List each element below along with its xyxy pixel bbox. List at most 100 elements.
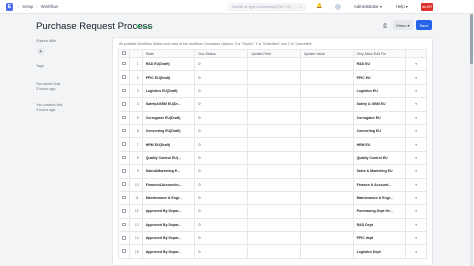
breadcrumb-workflow[interactable]: Workflow [41, 4, 58, 9]
app-logo[interactable]: E [6, 2, 13, 11]
row-expand-icon[interactable]: ▾ [405, 190, 427, 206]
state-cell[interactable]: Maintenance & Engi... [141, 190, 196, 206]
allow-edit-cell[interactable]: Logistics EU [352, 83, 407, 99]
row-checkbox[interactable] [117, 244, 131, 259]
state-cell[interactable]: Approved By Depar... [141, 204, 196, 219]
row-checkbox[interactable] [117, 70, 131, 85]
row-expand-icon[interactable]: ▾ [405, 177, 427, 192]
state-cell[interactable]: Converting EU(Draft) [141, 123, 196, 139]
doc-status-cell[interactable]: 0 [194, 97, 249, 112]
update-value-cell[interactable] [299, 137, 354, 152]
search-input[interactable]: Search or type a command (Ctrl + G) ⌕ [228, 3, 306, 11]
row-expand-icon[interactable]: ▾ [405, 137, 427, 152]
update-field-cell[interactable] [247, 83, 301, 99]
update-value-cell[interactable] [299, 150, 354, 166]
table-row[interactable]: 5 Corrugator EU(Draft) 0 Corrugator EU ▾ [117, 110, 427, 125]
update-field-cell[interactable] [247, 190, 301, 206]
row-checkbox[interactable] [117, 164, 131, 179]
update-value-cell[interactable] [299, 123, 354, 139]
state-cell[interactable]: Quality Control EU(... [141, 150, 196, 166]
avatar[interactable] [335, 4, 341, 10]
language-badge[interactable]: de-ER [421, 3, 433, 11]
row-checkbox[interactable] [117, 190, 131, 206]
row-expand-icon[interactable]: ▾ [405, 244, 427, 259]
table-row[interactable]: 12 Approved By Depar... 0 Purchasing Dept H… [117, 204, 427, 219]
table-row[interactable]: 1 R&D EU(Draft) 0 R&D EU ▾ [117, 56, 427, 72]
row-expand-icon[interactable]: ▾ [405, 231, 427, 246]
doc-status-cell[interactable]: 0 [194, 231, 249, 246]
state-cell[interactable]: Corrugator EU(Draft) [141, 110, 196, 125]
update-field-cell[interactable] [247, 150, 301, 166]
update-value-cell[interactable] [299, 177, 354, 192]
bell-icon[interactable]: 🔔 [316, 3, 322, 9]
allow-edit-cell[interactable]: R&D EU [352, 56, 407, 72]
update-field-cell[interactable] [247, 244, 301, 259]
update-field-cell[interactable] [247, 177, 301, 192]
allow-edit-cell[interactable]: Sales & Marketing EU [352, 164, 407, 179]
table-row[interactable]: 14 Approved By Depar... 0 PPIC dept ▾ [117, 231, 427, 246]
state-cell[interactable]: Approved By Depar... [141, 244, 196, 259]
table-row[interactable]: 9 Sales&Marketing E... 0 Sales & Marketing … [117, 164, 427, 179]
allow-edit-cell[interactable]: Quality Control EU [352, 150, 407, 166]
update-field-cell[interactable] [247, 204, 301, 219]
row-checkbox[interactable] [117, 97, 131, 112]
doc-status-cell[interactable]: 0 [194, 164, 249, 179]
update-field-cell[interactable] [247, 217, 301, 233]
add-share-icon[interactable]: + [37, 48, 44, 55]
allow-edit-cell[interactable]: Finance & Account... [352, 177, 407, 192]
row-checkbox[interactable] [117, 177, 131, 192]
update-field-cell[interactable] [247, 231, 301, 246]
row-checkbox[interactable] [117, 123, 131, 139]
help-menu[interactable]: Help ▾ [396, 4, 408, 9]
state-cell[interactable]: HRM EU(Draft) [141, 137, 196, 152]
update-value-cell[interactable] [299, 83, 354, 99]
update-value-cell[interactable] [299, 231, 354, 246]
allow-edit-cell[interactable]: Purchasing Dept He... [352, 204, 407, 219]
row-checkbox[interactable] [117, 231, 131, 246]
row-expand-icon[interactable]: ▾ [405, 123, 427, 139]
update-value-cell[interactable] [299, 56, 354, 72]
state-cell[interactable]: Safety&GBM EU(Dr... [141, 97, 196, 112]
doc-status-cell[interactable]: 0 [194, 123, 249, 139]
state-cell[interactable]: Finance&Accountin... [141, 177, 196, 192]
allow-edit-cell[interactable]: Logistics Dept [352, 244, 407, 259]
menu-button[interactable]: Menu ▾ [393, 20, 413, 30]
allow-edit-cell[interactable]: PPIC dept [352, 231, 407, 246]
allow-edit-cell[interactable]: Maintenance & Engi... [352, 190, 407, 206]
scrollbar-thumb[interactable] [470, 14, 473, 64]
allow-edit-cell[interactable]: Corrugator EU [352, 110, 407, 125]
update-field-cell[interactable] [247, 56, 301, 72]
row-checkbox[interactable] [117, 204, 131, 219]
row-expand-icon[interactable]: ▾ [405, 150, 427, 166]
row-expand-icon[interactable]: ▾ [405, 217, 427, 233]
row-expand-icon[interactable]: ▾ [405, 110, 427, 125]
row-checkbox[interactable] [117, 83, 131, 99]
breadcrumb-setup[interactable]: Setup [22, 4, 33, 9]
update-value-cell[interactable] [299, 244, 354, 259]
update-field-cell[interactable] [247, 164, 301, 179]
table-row[interactable]: 13 Approved By Depar... 0 R&D Dept ▾ [117, 217, 427, 233]
row-checkbox[interactable] [117, 137, 131, 152]
table-row[interactable]: 2 PPIC EU(Draft) 0 PPIC EU ▾ [117, 70, 427, 85]
state-cell[interactable]: R&D EU(Draft) [141, 56, 196, 72]
save-button[interactable]: Save [416, 20, 432, 30]
table-row[interactable]: 8 Quality Control EU(... 0 Quality Control … [117, 150, 427, 166]
update-value-cell[interactable] [299, 164, 354, 179]
update-field-cell[interactable] [247, 97, 301, 112]
update-value-cell[interactable] [299, 97, 354, 112]
allow-edit-cell[interactable]: HRM EU [352, 137, 407, 152]
row-checkbox[interactable] [117, 110, 131, 125]
row-checkbox[interactable] [117, 150, 131, 166]
allow-edit-cell[interactable]: Safety & GBM EU [352, 97, 407, 112]
state-cell[interactable]: Approved By Depar... [141, 231, 196, 246]
table-row[interactable]: 3 Logistics EU(Draft) 0 Logistics EU ▾ [117, 83, 427, 99]
allow-edit-cell[interactable]: Converting EU [352, 123, 407, 139]
allow-edit-cell[interactable]: PPIC EU [352, 70, 407, 85]
table-row[interactable]: 11 Maintenance & Engi... 0 Maintenance & En… [117, 190, 427, 206]
row-checkbox[interactable] [117, 56, 131, 72]
row-expand-icon[interactable]: ▾ [405, 204, 427, 219]
update-value-cell[interactable] [299, 204, 354, 219]
update-field-cell[interactable] [247, 110, 301, 125]
row-expand-icon[interactable]: ▾ [405, 56, 427, 72]
table-row[interactable]: 15 Approved By Depar... 0 Logistics Dept ▾ [117, 244, 427, 259]
